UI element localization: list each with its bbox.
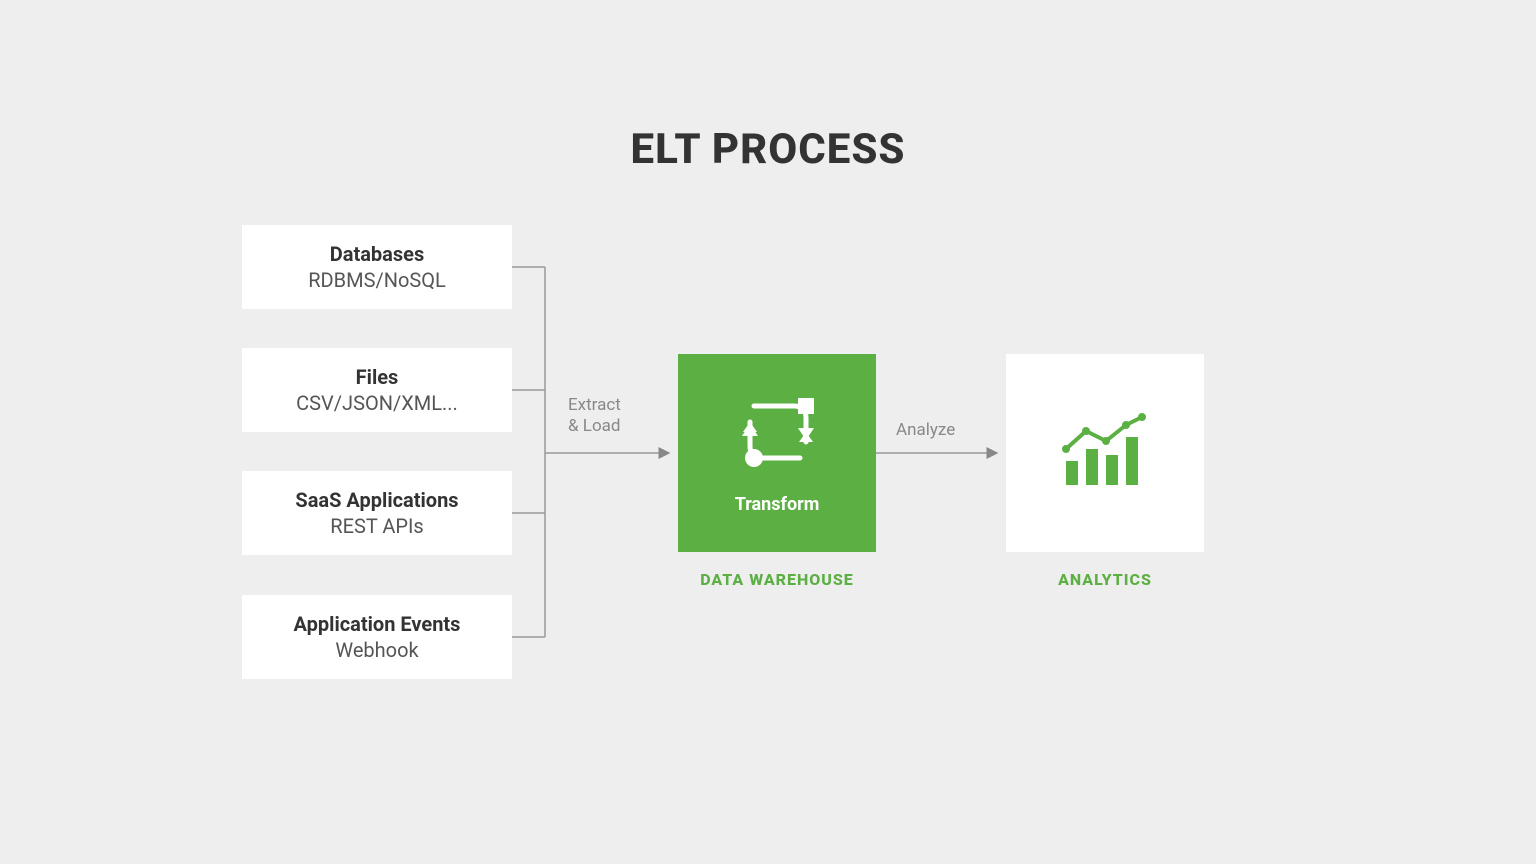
source-files: Files CSV/JSON/XML... [242,348,512,432]
analytics-node [1006,354,1204,552]
diagram-title: ELT PROCESS [0,125,1536,174]
data-warehouse-caption: DATA WAREHOUSE [678,570,876,589]
source-sub: RDBMS/NoSQL [308,267,446,293]
source-heading: Files [356,364,399,390]
source-saas: SaaS Applications REST APIs [242,471,512,555]
transform-label: Transform [735,494,820,515]
edge-label-extract-load: Extract& Load [568,395,621,438]
source-events: Application Events Webhook [242,595,512,679]
source-heading: SaaS Applications [295,487,458,513]
bar-chart-icon [1060,411,1150,495]
analytics-caption: ANALYTICS [1006,570,1204,589]
edge-label-analyze: Analyze [896,420,955,441]
source-sub: Webhook [335,637,418,663]
source-sub: REST APIs [330,513,424,539]
source-databases: Databases RDBMS/NoSQL [242,225,512,309]
transform-icon [732,392,822,476]
source-heading: Application Events [294,611,461,637]
data-warehouse-node: Transform [678,354,876,552]
source-sub: CSV/JSON/XML... [296,390,458,416]
source-heading: Databases [330,241,424,267]
